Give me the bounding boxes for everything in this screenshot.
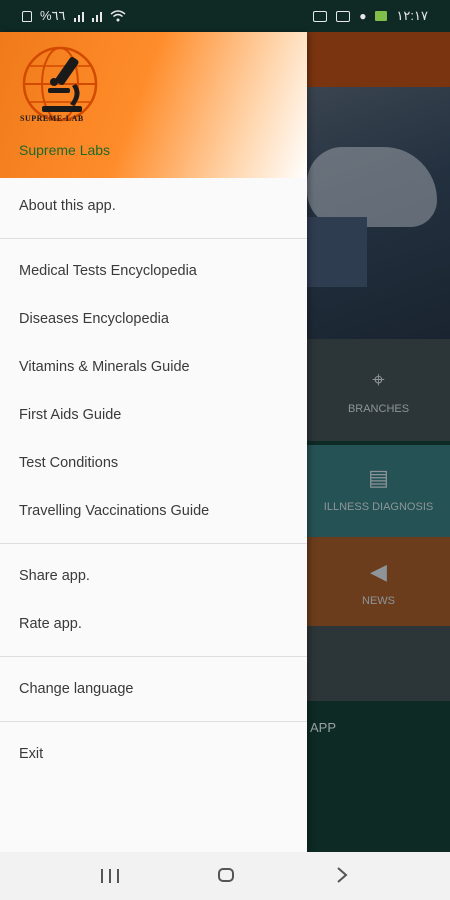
bg-tile-label: ILLNESS DIAGNOSIS	[323, 501, 434, 513]
bg-tile-label: BRANCHES	[347, 403, 410, 415]
battery-percent: %٦٦	[40, 8, 66, 23]
notification-icon	[313, 10, 328, 22]
signal-icon	[73, 10, 84, 22]
menu-divider	[0, 721, 307, 722]
menu-item-exit[interactable]: Exit	[0, 730, 307, 778]
menu-item-change-language[interactable]: Change language	[0, 665, 307, 713]
lock-icon	[22, 10, 32, 22]
wifi-icon	[110, 10, 126, 22]
drawer-header: SUPREME-LAB Supreme Labs	[0, 32, 307, 178]
navigation-drawer: SUPREME-LAB Supreme Labs About this app.…	[0, 32, 307, 852]
back-button[interactable]	[336, 866, 348, 890]
bg-tile-empty	[307, 626, 450, 701]
menu-divider	[0, 238, 307, 239]
menu-item-travelling-vaccinations-guide[interactable]: Travelling Vaccinations Guide	[0, 487, 307, 535]
menu-item-first-aids-guide[interactable]: First Aids Guide	[0, 391, 307, 439]
status-bar: %٦٦ ● ١٢:١٧	[0, 0, 450, 32]
logo-wordmark: SUPREME-LAB	[20, 114, 84, 123]
drawer-menu: About this app. Medical Tests Encycloped…	[0, 178, 307, 778]
menu-item-rate-app[interactable]: Rate app.	[0, 600, 307, 648]
hospital-bed-icon: ▤	[368, 465, 389, 490]
menu-item-share-app[interactable]: Share app.	[0, 552, 307, 600]
menu-divider	[0, 543, 307, 544]
brand-name: Supreme Labs	[19, 142, 111, 158]
menu-item-medical-tests-encyclopedia[interactable]: Medical Tests Encyclopedia	[0, 247, 307, 295]
home-button[interactable]	[218, 868, 234, 882]
recents-button[interactable]	[101, 869, 119, 883]
clock: ١٢:١٧	[396, 8, 428, 23]
menu-item-diseases-encyclopedia[interactable]: Diseases Encyclopedia	[0, 295, 307, 343]
system-nav-bar	[0, 852, 450, 900]
chevron-right-icon	[337, 867, 348, 883]
menu-item-test-conditions[interactable]: Test Conditions	[0, 439, 307, 487]
menu-item-vitamins-minerals-guide[interactable]: Vitamins & Minerals Guide	[0, 343, 307, 391]
bg-hero-image	[307, 87, 450, 339]
megaphone-icon: ◀	[370, 559, 387, 584]
whatsapp-icon: ●	[359, 9, 367, 23]
location-pins-icon: ⌖	[372, 367, 385, 392]
bg-toolbar	[307, 32, 450, 87]
bg-footer-label: APP	[310, 720, 337, 735]
signal-icon-2	[91, 10, 102, 22]
bg-tile-illness-diagnosis[interactable]: ▤ ILLNESS DIAGNOSIS	[307, 445, 450, 537]
gallery-icon	[336, 10, 351, 22]
bg-tile-news[interactable]: ◀ NEWS	[307, 537, 450, 626]
battery-icon	[375, 11, 388, 21]
menu-divider	[0, 656, 307, 657]
menu-item-about[interactable]: About this app.	[0, 182, 307, 230]
bg-tile-label: NEWS	[362, 595, 395, 607]
bg-tile-branches[interactable]: ⌖ BRANCHES	[307, 339, 450, 441]
